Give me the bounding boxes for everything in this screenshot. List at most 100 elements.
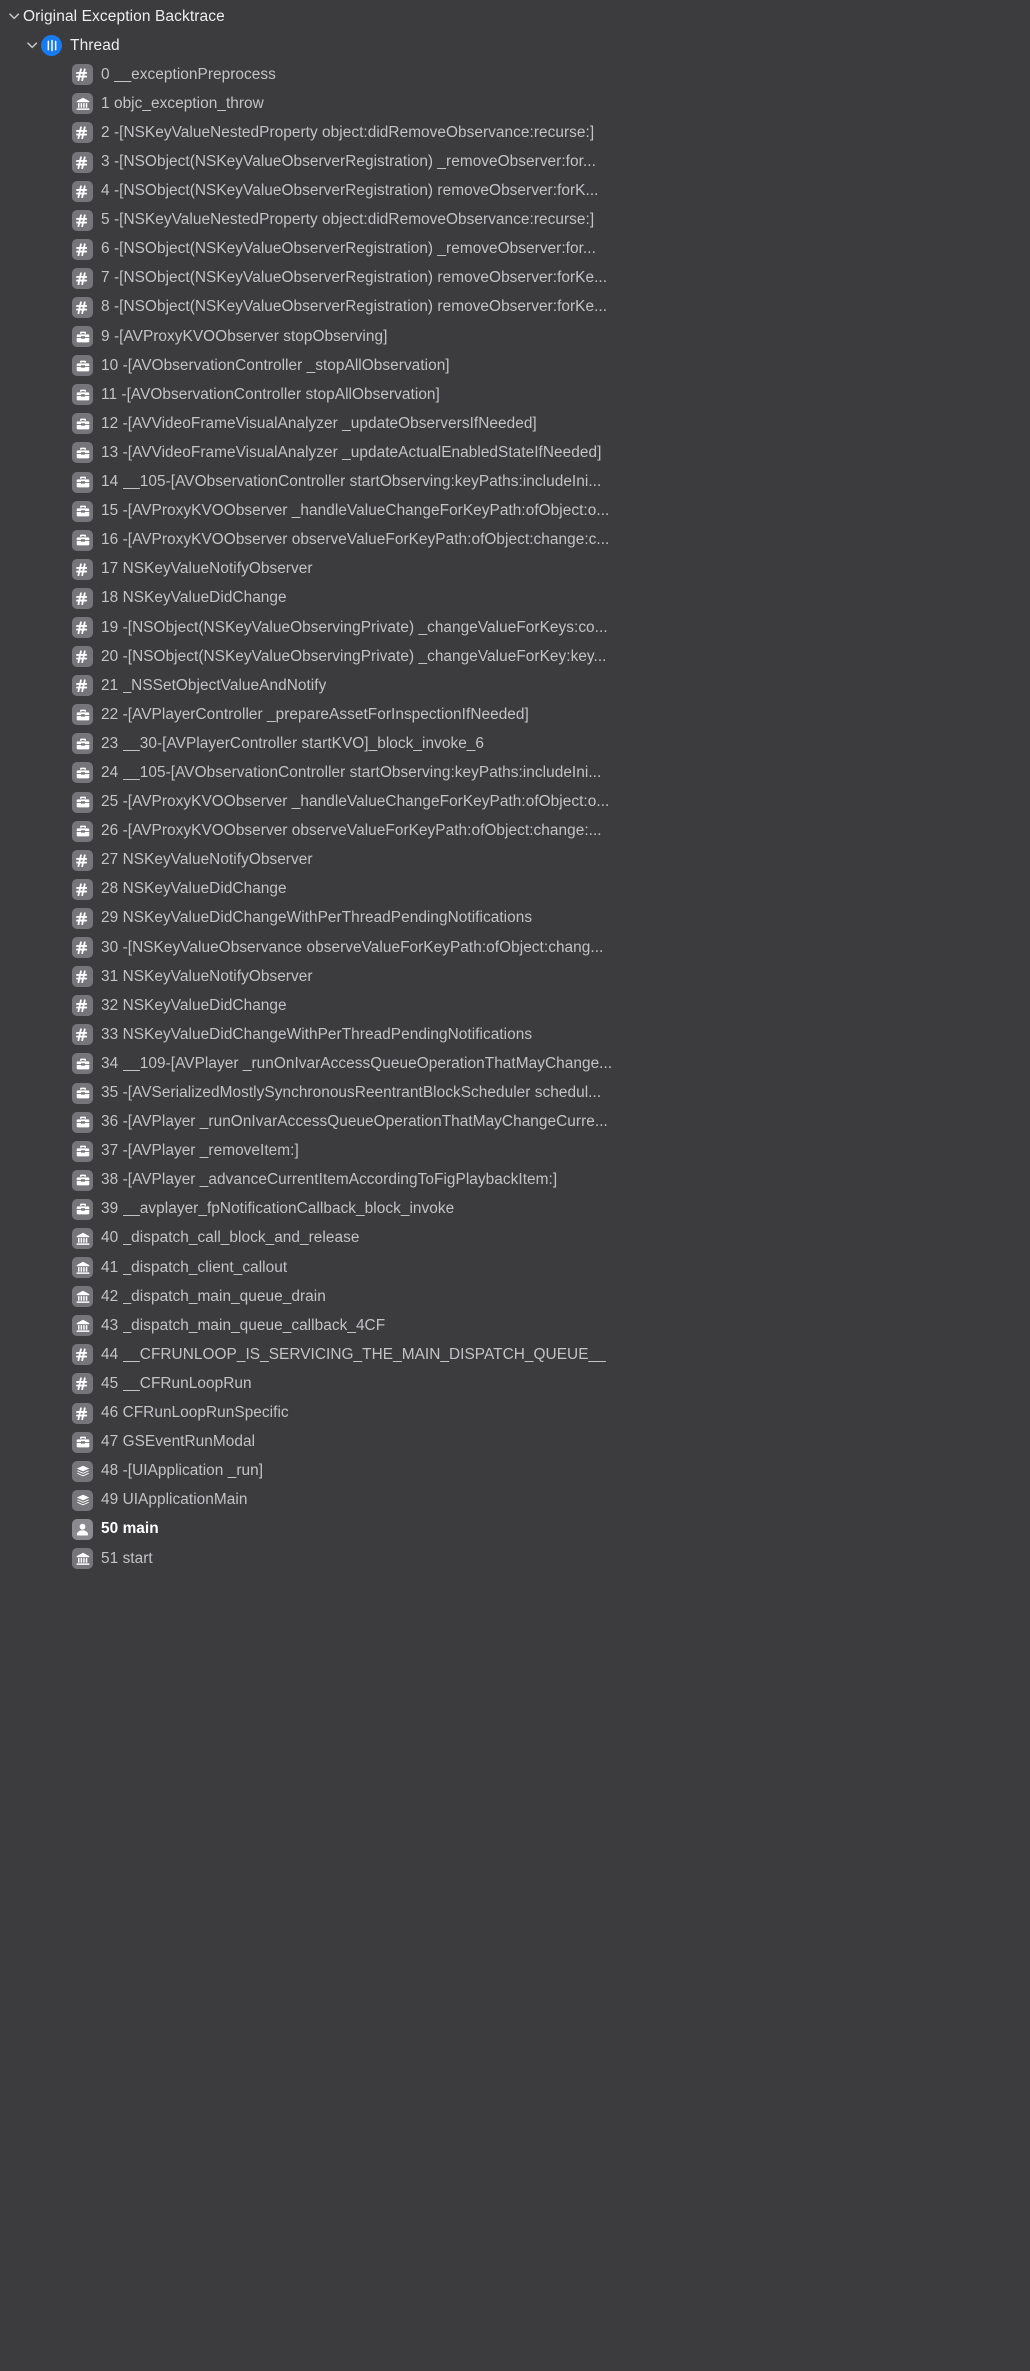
stack-frame-row[interactable]: 4 -[NSObject(NSKeyValueObserverRegistrat… — [0, 177, 1030, 206]
stack-frame-row[interactable]: 9 -[AVProxyKVOObserver stopObserving] — [0, 322, 1030, 351]
stack-frame-row[interactable]: 27 NSKeyValueNotifyObserver — [0, 846, 1030, 875]
stack-frame-symbol: -[AVProxyKVOObserver stopObserving] — [113, 327, 388, 345]
stack-frame-row[interactable]: 5 -[NSKeyValueNestedProperty object:didR… — [0, 206, 1030, 235]
stack-frame-row[interactable]: 12 -[AVVideoFrameVisualAnalyzer _updateO… — [0, 409, 1030, 438]
chevron-down-icon[interactable] — [6, 2, 23, 31]
hash-icon — [72, 209, 93, 231]
stack-frame-row[interactable]: 21 _NSSetObjectValueAndNotify — [0, 671, 1030, 700]
stack-frame-symbol: -[NSObject(NSKeyValueObservingPrivate) _… — [122, 618, 608, 636]
stack-frame-row[interactable]: 31 NSKeyValueNotifyObserver — [0, 962, 1030, 991]
stack-frame-row[interactable]: 50 main — [0, 1515, 1030, 1544]
stack-frame-row[interactable]: 30 -[NSKeyValueObservance observeValueFo… — [0, 933, 1030, 962]
stack-frame-row[interactable]: 23 __30-[AVPlayerController startKVO]_bl… — [0, 729, 1030, 758]
group-header-original-exception-backtrace[interactable]: Original Exception Backtrace — [0, 2, 1030, 31]
toolbox-icon — [72, 529, 93, 551]
stack-frame-row[interactable]: 15 -[AVProxyKVOObserver _handleValueChan… — [0, 497, 1030, 526]
stack-frame-row[interactable]: 44 __CFRUNLOOP_IS_SERVICING_THE_MAIN_DIS… — [0, 1340, 1030, 1369]
stack-frame-row[interactable]: 32 NSKeyValueDidChange — [0, 991, 1030, 1020]
stack-frame-symbol: -[AVProxyKVOObserver observeValueForKeyP… — [122, 531, 610, 549]
stack-frame-row[interactable]: 47 GSEventRunModal — [0, 1428, 1030, 1457]
stack-frame-symbol: _dispatch_main_queue_callback_4CF — [122, 1316, 386, 1334]
stack-frame-row[interactable]: 13 -[AVVideoFrameVisualAnalyzer _updateA… — [0, 438, 1030, 467]
toolbox-icon — [72, 791, 93, 813]
stack-frame-row[interactable]: 41 _dispatch_client_callout — [0, 1253, 1030, 1282]
stack-frame-index: 11 — [101, 385, 118, 403]
stack-frame-index: 46 — [101, 1404, 119, 1422]
stack-frame-row[interactable]: 0 __exceptionPreprocess — [0, 60, 1030, 89]
stack-frame-row[interactable]: 2 -[NSKeyValueNestedProperty object:didR… — [0, 118, 1030, 147]
stack-frame-index: 3 — [101, 153, 110, 171]
toolbox-icon — [72, 1198, 93, 1220]
toolbox-icon — [72, 820, 93, 842]
stack-frame-row[interactable]: 18 NSKeyValueDidChange — [0, 584, 1030, 613]
stack-frame-row[interactable]: 49 UIApplicationMain — [0, 1486, 1030, 1515]
stack-frame-row[interactable]: 46 CFRunLoopRunSpecific — [0, 1399, 1030, 1428]
stack-frame-symbol: -[NSKeyValueObservance observeValueForKe… — [122, 938, 604, 956]
stack-frame-row[interactable]: 36 -[AVPlayer _runOnIvarAccessQueueOpera… — [0, 1108, 1030, 1137]
stack-frame-index: 8 — [101, 298, 110, 316]
stack-frame-row[interactable]: 35 -[AVSerializedMostlySynchronousReentr… — [0, 1078, 1030, 1107]
stack-frame-row[interactable]: 33 NSKeyValueDidChangeWithPerThreadPendi… — [0, 1020, 1030, 1049]
stack-frame-row[interactable]: 43 _dispatch_main_queue_callback_4CF — [0, 1311, 1030, 1340]
stack-frame-index: 42 — [101, 1287, 119, 1305]
stack-frame-symbol: NSKeyValueDidChangeWithPerThreadPendingN… — [122, 1025, 533, 1043]
stack-frame-index: 37 — [101, 1142, 119, 1160]
stack-frame-row[interactable]: 19 -[NSObject(NSKeyValueObservingPrivate… — [0, 613, 1030, 642]
hash-icon — [72, 907, 93, 929]
stack-frame-row[interactable]: 37 -[AVPlayer _removeItem:] — [0, 1137, 1030, 1166]
stack-frame-row[interactable]: 7 -[NSObject(NSKeyValueObserverRegistrat… — [0, 264, 1030, 293]
stack-frame-symbol: -[NSObject(NSKeyValueObservingPrivate) _… — [122, 647, 607, 665]
toolbox-icon — [72, 704, 93, 726]
chevron-down-icon[interactable] — [24, 31, 41, 60]
stack-frame-row[interactable]: 14 __105-[AVObservationController startO… — [0, 468, 1030, 497]
stack-frame-row[interactable]: 17 NSKeyValueNotifyObserver — [0, 555, 1030, 584]
stack-frame-row[interactable]: 38 -[AVPlayer _advanceCurrentItemAccordi… — [0, 1166, 1030, 1195]
stack-frame-symbol: NSKeyValueDidChange — [122, 996, 287, 1014]
stack-frame-row[interactable]: 20 -[NSObject(NSKeyValueObservingPrivate… — [0, 642, 1030, 671]
stack-frame-row[interactable]: 45 __CFRunLoopRun — [0, 1369, 1030, 1398]
stack-frame-row[interactable]: 39 __avplayer_fpNotificationCallback_blo… — [0, 1195, 1030, 1224]
person-icon — [72, 1518, 93, 1540]
bank-icon — [72, 1286, 93, 1308]
stack-frame-index: 32 — [101, 996, 119, 1014]
stack-frame-row[interactable]: 11 -[AVObservationController stopAllObse… — [0, 380, 1030, 409]
toolbox-icon — [72, 471, 93, 493]
thread-row[interactable]: Thread — [0, 31, 1030, 60]
stack-frame-row[interactable]: 28 NSKeyValueDidChange — [0, 875, 1030, 904]
stack-frame-row[interactable]: 25 -[AVProxyKVOObserver _handleValueChan… — [0, 788, 1030, 817]
stack-frame-index: 34 — [101, 1054, 119, 1072]
stack-frame-row[interactable]: 10 -[AVObservationController _stopAllObs… — [0, 351, 1030, 380]
stack-frame-index: 10 — [101, 356, 119, 374]
stack-frame-symbol: -[AVPlayer _runOnIvarAccessQueueOperatio… — [122, 1113, 608, 1131]
hash-icon — [72, 1344, 93, 1366]
hash-icon — [72, 966, 93, 988]
toolbox-icon — [72, 1053, 93, 1075]
stack-frame-row[interactable]: 42 _dispatch_main_queue_drain — [0, 1282, 1030, 1311]
stack-frame-index: 14 — [101, 473, 119, 491]
toolbox-icon — [72, 1082, 93, 1104]
stack-frame-index: 40 — [101, 1229, 119, 1247]
stack-frame-row[interactable]: 16 -[AVProxyKVOObserver observeValueForK… — [0, 526, 1030, 555]
stack-frame-row[interactable]: 24 __105-[AVObservationController startO… — [0, 758, 1030, 787]
stack-frame-row[interactable]: 6 -[NSObject(NSKeyValueObserverRegistrat… — [0, 235, 1030, 264]
stack-frame-index: 39 — [101, 1200, 119, 1218]
stack-frame-row[interactable]: 1 objc_exception_throw — [0, 89, 1030, 118]
stack-frame-symbol: -[AVProxyKVOObserver _handleValueChangeF… — [122, 502, 610, 520]
stack-frame-symbol: -[AVSerializedMostlySynchronousReentrant… — [122, 1084, 602, 1102]
toolbox-icon — [72, 733, 93, 755]
stack-frame-row[interactable]: 29 NSKeyValueDidChangeWithPerThreadPendi… — [0, 904, 1030, 933]
stack-frame-row[interactable]: 3 -[NSObject(NSKeyValueObserverRegistrat… — [0, 147, 1030, 176]
stack-frame-row[interactable]: 51 start — [0, 1544, 1030, 1573]
bank-icon — [72, 1227, 93, 1249]
stack-frame-symbol: -[NSObject(NSKeyValueObserverRegistratio… — [113, 298, 608, 316]
stack-frame-row[interactable]: 22 -[AVPlayerController _prepareAssetFor… — [0, 700, 1030, 729]
stack-frame-row[interactable]: 34 __109-[AVPlayer _runOnIvarAccessQueue… — [0, 1049, 1030, 1078]
stack-frame-row[interactable]: 48 -[UIApplication _run] — [0, 1457, 1030, 1486]
stack-frame-row[interactable]: 8 -[NSObject(NSKeyValueObserverRegistrat… — [0, 293, 1030, 322]
stack-frame-index: 33 — [101, 1025, 119, 1043]
hash-icon — [72, 587, 93, 609]
stack-frame-row[interactable]: 40 _dispatch_call_block_and_release — [0, 1224, 1030, 1253]
stack-frame-index: 26 — [101, 822, 119, 840]
hash-icon — [72, 937, 93, 959]
stack-frame-row[interactable]: 26 -[AVProxyKVOObserver observeValueForK… — [0, 817, 1030, 846]
